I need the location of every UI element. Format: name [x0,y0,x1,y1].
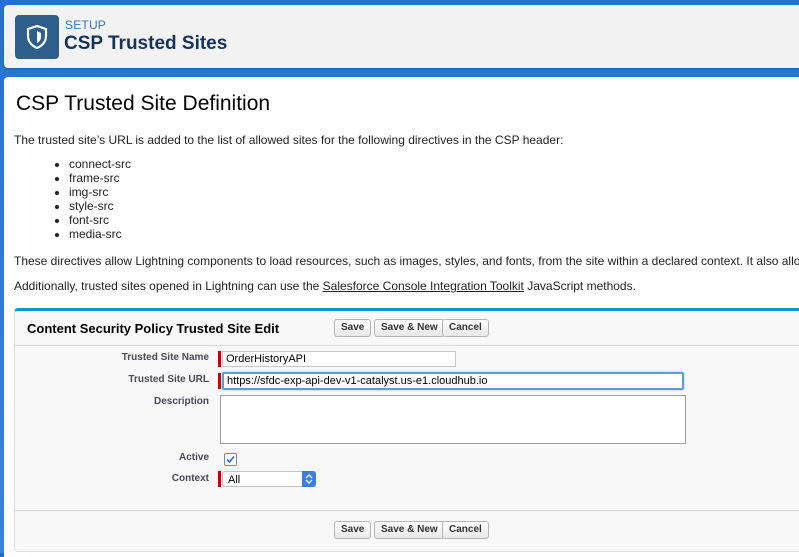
trusted-site-name-label: Trusted Site Name [121,352,209,363]
save-button-top[interactable]: Save [334,319,372,337]
divider [15,345,799,346]
panel-title: Content Security Policy Trusted Site Edi… [27,321,280,336]
description-textarea[interactable] [220,395,686,444]
list-item: font-src [69,213,131,227]
context-selected-value: All [228,474,241,486]
context-select[interactable]: All [222,471,316,487]
console-toolkit-link[interactable]: Salesforce Console Integration Toolkit [323,279,524,293]
trusted-site-url-input[interactable] [222,372,684,390]
save-new-button-bottom[interactable]: Save & New [374,521,445,539]
toolkit-text-after: JavaScript methods. [523,279,636,293]
page-title: CSP Trusted Sites [64,33,228,54]
definition-title: CSP Trusted Site Definition [16,92,271,115]
toolkit-text: Additionally, trusted sites opened in Li… [14,279,636,293]
cancel-button-top[interactable]: Cancel [442,319,489,337]
list-item: connect-src [69,157,131,171]
required-indicator [218,471,221,487]
directive-list: connect-src frame-src img-src style-src … [51,157,131,241]
list-item: img-src [69,185,131,199]
directives-explanation: These directives allow Lightning compone… [14,254,799,268]
select-arrows-icon [302,471,316,487]
save-new-button-top[interactable]: Save & New [374,319,445,337]
required-indicator [218,351,221,367]
checkmark-icon [226,455,235,464]
page-header: SETUP CSP Trusted Sites [4,5,799,68]
divider [15,510,799,511]
trusted-site-name-input[interactable] [222,351,456,367]
header-icon-tile [15,15,59,59]
cancel-button-bottom[interactable]: Cancel [442,521,489,539]
list-item: style-src [69,199,131,213]
setup-label: SETUP [65,18,107,32]
main-content: CSP Trusted Site Definition The trusted … [4,77,799,557]
intro-text: The trusted site’s URL is added to the l… [14,133,564,147]
edit-panel: Content Security Policy Trusted Site Edi… [14,308,799,552]
list-item: media-src [69,227,131,241]
shield-icon [26,25,48,49]
required-indicator [218,373,221,389]
active-label: Active [178,452,209,463]
toolkit-text-before: Additionally, trusted sites opened in Li… [14,279,323,293]
context-label: Context [171,473,209,484]
trusted-site-url-label: Trusted Site URL [128,374,209,385]
save-button-bottom[interactable]: Save [334,521,372,539]
list-item: frame-src [69,171,131,185]
active-checkbox[interactable] [224,453,237,466]
description-label: Description [153,396,209,407]
